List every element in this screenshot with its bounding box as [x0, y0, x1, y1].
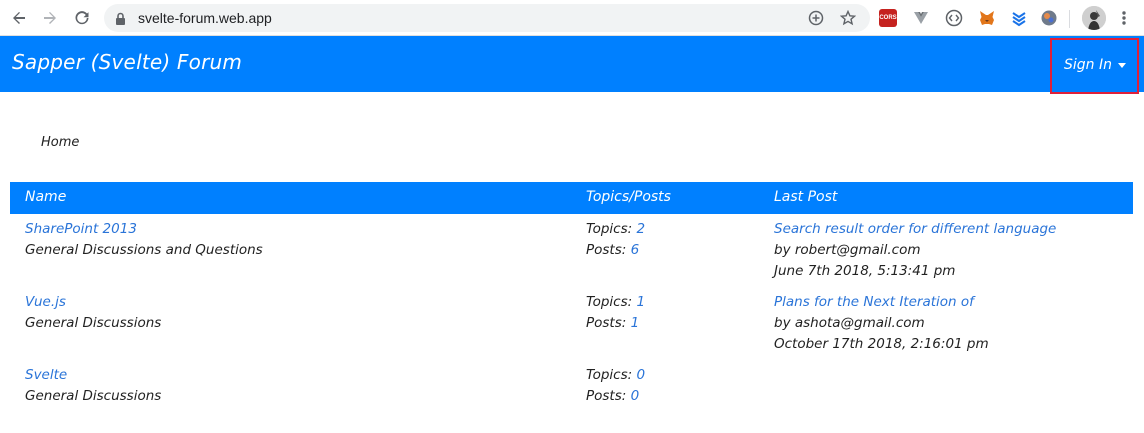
- column-header-name: Name: [25, 189, 67, 205]
- topics-posts-cell: Topics: 2 Posts: 6: [586, 219, 645, 261]
- topics-label: Topics:: [586, 367, 637, 383]
- posts-label: Posts:: [586, 388, 631, 404]
- topics-posts-cell: Topics: 1 Posts: 1: [586, 292, 645, 334]
- signin-label: Sign In: [1064, 57, 1112, 73]
- globe-extension-icon[interactable]: [1040, 9, 1058, 27]
- posts-count[interactable]: 6: [631, 242, 640, 258]
- posts-count[interactable]: 1: [631, 315, 640, 331]
- url-text: svelte-forum.web.app: [138, 10, 272, 26]
- posts-label: Posts:: [586, 242, 631, 258]
- last-post-link[interactable]: Search result order for different langua…: [774, 219, 1056, 240]
- code-extension-icon[interactable]: [945, 9, 963, 27]
- forum-description: General Discussions and Questions: [25, 242, 263, 258]
- last-post-author: by ashota@gmail.com: [774, 315, 925, 331]
- topics-count[interactable]: 1: [636, 294, 645, 310]
- reload-icon[interactable]: [71, 7, 93, 29]
- forum-link[interactable]: Svelte: [25, 365, 161, 386]
- app-navbar: Sapper (Svelte) Forum Sign In: [0, 36, 1144, 94]
- posts-label: Posts:: [586, 315, 631, 331]
- star-icon[interactable]: [839, 9, 857, 26]
- metamask-fox-icon[interactable]: [978, 9, 996, 27]
- last-post-date: June 7th 2018, 5:13:41 pm: [774, 263, 956, 279]
- last-post-date: October 17th 2018, 2:16:01 pm: [774, 336, 989, 352]
- brand-title[interactable]: Sapper (Svelte) Forum: [12, 50, 242, 74]
- table-row: Svelte General Discussions Topics: 0 Pos…: [10, 365, 1133, 433]
- table-row: SharePoint 2013 General Discussions and …: [10, 219, 1133, 292]
- breadcrumb: Home: [41, 135, 79, 150]
- table-row: Vue.js General Discussions Topics: 1 Pos…: [10, 292, 1133, 365]
- cors-extension-icon[interactable]: CORS: [879, 9, 897, 27]
- posts-count[interactable]: 0: [631, 388, 640, 404]
- caret-down-icon: [1118, 62, 1126, 68]
- browser-toolbar: svelte-forum.web.app CORS: [0, 0, 1144, 36]
- back-arrow-icon[interactable]: [8, 7, 30, 29]
- forum-link[interactable]: SharePoint 2013: [25, 219, 263, 240]
- last-post-author: by robert@gmail.com: [774, 242, 921, 258]
- topics-count[interactable]: 2: [636, 221, 645, 237]
- last-post-cell: Search result order for different langua…: [774, 219, 1056, 282]
- signin-highlight-box: Sign In: [1050, 38, 1139, 94]
- signin-dropdown-toggle[interactable]: Sign In: [1064, 57, 1126, 73]
- column-header-topics-posts: Topics/Posts: [586, 189, 671, 205]
- last-post-link[interactable]: Plans for the Next Iteration of: [774, 292, 989, 313]
- table-header: Name Topics/Posts Last Post: [10, 182, 1133, 214]
- forum-name-cell: SharePoint 2013 General Discussions and …: [25, 219, 263, 261]
- topics-posts-cell: Topics: 0 Posts: 0: [586, 365, 645, 407]
- kebab-menu-icon[interactable]: [1118, 9, 1130, 27]
- last-post-cell: Plans for the Next Iteration of by ashot…: [774, 292, 989, 355]
- forum-link[interactable]: Vue.js: [25, 292, 161, 313]
- breadcrumb-home[interactable]: Home: [41, 135, 79, 150]
- vue-extension-icon[interactable]: [912, 9, 930, 27]
- forum-name-cell: Vue.js General Discussions: [25, 292, 161, 334]
- forward-arrow-icon[interactable]: [39, 7, 61, 29]
- column-header-last-post: Last Post: [774, 189, 838, 205]
- forum-description: General Discussions: [25, 315, 162, 331]
- profile-avatar[interactable]: [1082, 6, 1106, 30]
- lock-icon: [115, 11, 126, 30]
- topics-label: Topics:: [586, 294, 637, 310]
- forum-table: Name Topics/Posts Last Post SharePoint 2…: [10, 182, 1133, 433]
- zoom-icon[interactable]: [808, 10, 824, 26]
- toolbar-divider: [1069, 10, 1070, 28]
- topics-count[interactable]: 0: [636, 367, 645, 383]
- layers-extension-icon[interactable]: [1010, 9, 1028, 27]
- address-bar[interactable]: svelte-forum.web.app: [104, 4, 870, 32]
- forum-description: General Discussions: [25, 388, 162, 404]
- forum-name-cell: Svelte General Discussions: [25, 365, 161, 407]
- topics-label: Topics:: [586, 221, 637, 237]
